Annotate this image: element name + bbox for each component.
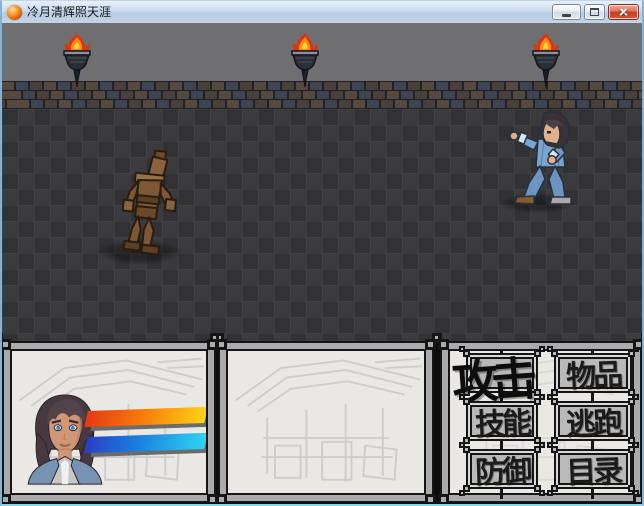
- command-grid: 攻击 物品 技能 逃跑 防御 目录: [450, 346, 639, 499]
- corner-ornament: [628, 394, 639, 405]
- corner-ornament: [633, 333, 642, 350]
- maximize-icon: [590, 8, 599, 16]
- minimize-button[interactable]: [552, 4, 581, 20]
- command-panel: 攻击 物品 技能 逃跑 防御 目录: [432, 333, 642, 503]
- close-icon: [618, 7, 629, 18]
- skill-label: 技能: [474, 407, 530, 442]
- corner-ornament: [432, 494, 449, 503]
- status-panel: [2, 333, 224, 503]
- corner-ornament: [210, 494, 227, 503]
- player-sprite: [509, 111, 572, 205]
- sketch-background: [234, 357, 424, 483]
- hp-bar: [84, 406, 206, 431]
- window-title: 冷月清辉照天涯: [27, 5, 112, 19]
- escape-button[interactable]: 逃跑: [547, 394, 639, 448]
- menu-button[interactable]: 目录: [547, 442, 639, 496]
- app-orb-icon: [7, 4, 22, 20]
- corner-ornament: [459, 485, 470, 496]
- item-label: 物品: [565, 359, 621, 394]
- battle-scene: 攻击 物品 技能 逃跑 防御 目录: [2, 23, 642, 503]
- defend-button[interactable]: 防御: [459, 442, 545, 496]
- corner-ornament: [547, 394, 558, 405]
- corner-ornament: [628, 485, 639, 496]
- corner-ornament: [459, 394, 470, 405]
- titlebar: 冷月清辉照天涯: [2, 1, 642, 23]
- torch-sprite-center: [291, 32, 319, 88]
- torch-sprite-right: [532, 32, 560, 88]
- corner-ornament: [534, 442, 545, 453]
- enemy-wooden-dummy-sprite: [121, 149, 178, 256]
- corner-ornament: [534, 394, 545, 405]
- corner-ornament: [459, 442, 470, 453]
- minimize-icon: [562, 13, 571, 17]
- corner-ornament: [547, 346, 558, 357]
- corner-ornament: [633, 494, 642, 503]
- corner-ornament: [2, 333, 11, 350]
- maximize-button[interactable]: [584, 4, 605, 20]
- corner-ornament: [2, 494, 11, 503]
- item-button[interactable]: 物品: [547, 346, 639, 400]
- defend-label: 防御: [474, 455, 530, 490]
- close-button[interactable]: [608, 4, 639, 20]
- mp-bar: [84, 432, 206, 457]
- torch-sprite-left: [63, 32, 91, 88]
- game-window: 冷月清辉照天涯 攻击 物品 技能 逃跑 防御 目录: [0, 0, 644, 506]
- escape-label: 逃跑: [565, 407, 621, 442]
- corner-ornament: [628, 346, 639, 357]
- menu-label: 目录: [565, 455, 621, 490]
- skill-button[interactable]: 技能: [459, 394, 545, 448]
- message-panel: [210, 333, 442, 503]
- attack-button[interactable]: 攻击: [450, 346, 545, 410]
- corner-ornament: [432, 333, 449, 350]
- corner-ornament: [547, 442, 558, 453]
- corner-ornament: [210, 333, 227, 350]
- corner-ornament: [534, 346, 545, 357]
- corner-ornament: [547, 485, 558, 496]
- corner-ornament: [628, 442, 639, 453]
- corner-ornament: [534, 485, 545, 496]
